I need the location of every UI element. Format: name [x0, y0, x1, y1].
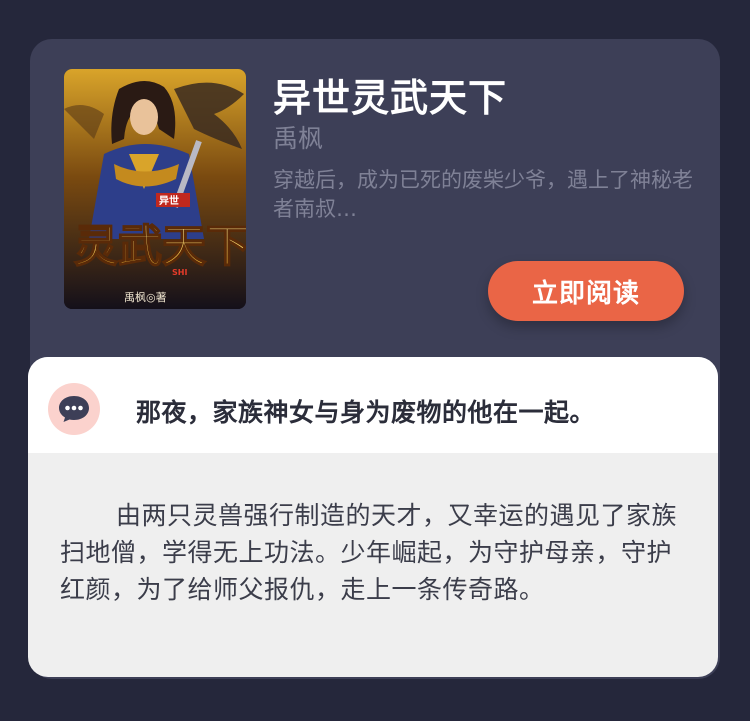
- cover-series-tag: 异世: [159, 194, 179, 207]
- book-author: 禹枫: [273, 124, 324, 153]
- book-cover[interactable]: 灵武天下 异世 SHI 禹枫◎著: [64, 69, 246, 309]
- cover-title-art: 灵武天下: [74, 221, 246, 272]
- read-now-button[interactable]: 立即阅读: [488, 261, 684, 321]
- book-description: 由两只灵兽强行制造的天才，又幸运的遇见了家族扫地僧，学得无上功法。少年崛起，为守…: [60, 501, 678, 604]
- book-title[interactable]: 异世灵武天下: [273, 67, 507, 122]
- comment-header: 那夜，家族神女与身为废物的他在一起。: [28, 357, 718, 453]
- comment-panel: 那夜，家族神女与身为废物的他在一起。 由两只灵兽强行制造的天才，又幸运的遇见了家…: [28, 357, 718, 677]
- comment-headline: 那夜，家族神女与身为废物的他在一起。: [136, 398, 596, 427]
- cover-illustration: 灵武天下 异世 SHI 禹枫◎著: [64, 69, 246, 309]
- cover-author-line: 禹枫◎著: [124, 290, 167, 304]
- cover-subtitle: SHI: [172, 268, 187, 277]
- chat-bubble-icon: [48, 383, 100, 435]
- book-summary: 穿越后，成为已死的废柴少爷，遇上了神秘老者南叔…: [273, 168, 693, 221]
